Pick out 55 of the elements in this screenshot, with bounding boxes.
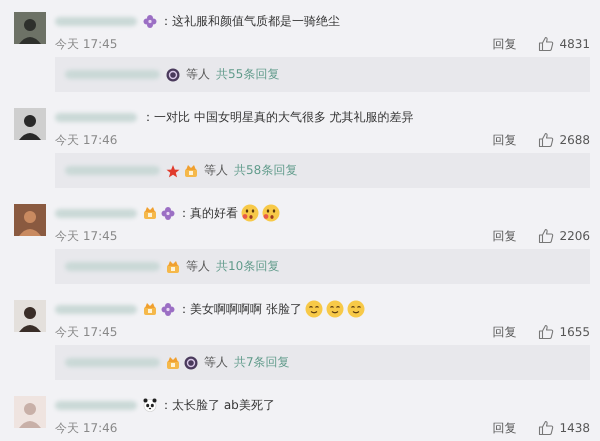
avatar (14, 396, 46, 428)
timestamp: 今天 17:45 (55, 228, 118, 244)
like-button[interactable]: 1438 (538, 420, 590, 436)
avatar (14, 204, 46, 236)
timestamp: 今天 17:46 (55, 132, 118, 148)
like-button[interactable]: 2206 (538, 228, 590, 244)
thumbs-up-icon (538, 132, 554, 148)
avatar (14, 12, 46, 44)
others-label: 等人 (186, 258, 210, 275)
reply-link[interactable]: 回复 (492, 324, 516, 340)
thumbs-up-icon (538, 228, 554, 244)
medal-icon (166, 68, 180, 82)
comment-text: ：这礼服和颜值气质都是一骑绝尘 (160, 12, 340, 30)
others-label: 等人 (204, 162, 228, 179)
smiling-face-icon (346, 300, 365, 318)
comment-text: ：太长脸了 ab美死了 (160, 396, 275, 414)
crown-icon (184, 164, 198, 178)
thumbs-up-icon (538, 420, 554, 436)
thumbs-up-icon (538, 36, 554, 52)
reply-link[interactable]: 回复 (492, 228, 516, 244)
comment-text: ：真的好看 (178, 204, 238, 222)
crown-icon (143, 206, 157, 220)
timestamp: 今天 17:45 (55, 36, 118, 52)
like-button[interactable]: 1655 (538, 324, 590, 340)
comment-text: ：美女啊啊啊啊 张脸了 (178, 300, 302, 318)
like-button[interactable]: 2688 (538, 132, 590, 148)
crown-icon (166, 260, 180, 274)
reply-link[interactable]: 回复 (492, 132, 516, 148)
reply-link[interactable]: 回复 (492, 420, 516, 436)
crown-icon (166, 356, 180, 370)
smiling-face-icon (326, 300, 344, 318)
timestamp: 今天 17:46 (55, 420, 118, 436)
reply-thread-box[interactable]: 等人 共58条回复 (55, 153, 590, 188)
surprised-face-icon (241, 204, 259, 222)
reply-thread-box[interactable]: 等人 共7条回复 (55, 345, 590, 380)
surprised-face-icon (262, 204, 280, 222)
flower-icon (143, 14, 157, 28)
others-label: 等人 (186, 66, 210, 83)
medal-icon (184, 356, 198, 370)
others-label: 等人 (204, 354, 228, 371)
thumbs-up-icon (538, 324, 554, 340)
avatar (14, 300, 46, 332)
crown-icon (143, 302, 157, 316)
avatar (14, 108, 46, 140)
comment-text: ：一对比 中国女明星真的大气很多 尤其礼服的差异 (142, 108, 414, 126)
reply-thread-box[interactable]: 等人 共10条回复 (55, 249, 590, 284)
star-icon (166, 164, 180, 178)
panda-icon (143, 398, 157, 412)
like-button[interactable]: 4831 (538, 36, 590, 52)
reply-link[interactable]: 回复 (492, 36, 516, 52)
flower-icon (161, 206, 175, 220)
reply-thread-box[interactable]: 等人 共55条回复 (55, 57, 590, 92)
timestamp: 今天 17:45 (55, 324, 118, 340)
flower-icon (161, 302, 175, 316)
smiling-face-icon (304, 300, 323, 318)
